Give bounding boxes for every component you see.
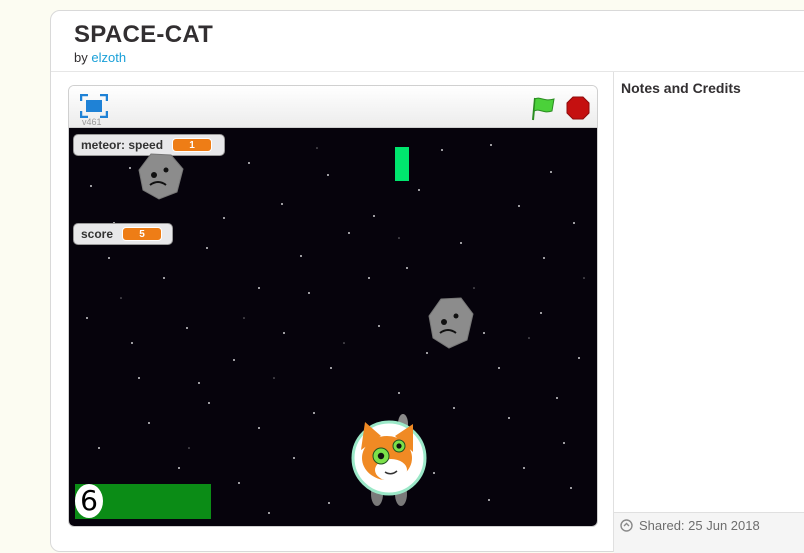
green-block-sprite (395, 147, 409, 181)
stop-sign-icon[interactable] (566, 96, 590, 120)
version-label: v461 (82, 117, 102, 127)
project-header: SPACE-CAT by elzoth (51, 11, 804, 72)
speed-monitor-value: 1 (172, 138, 213, 152)
space-cat-sprite (351, 414, 427, 506)
share-icon (620, 519, 633, 532)
author-link[interactable]: elzoth (91, 50, 126, 65)
game-stage[interactable]: meteor: speed 1 score 5 6 (69, 128, 597, 526)
green-flag-icon[interactable] (530, 95, 556, 121)
shared-date: Shared: 25 Jun 2018 (620, 518, 760, 533)
lives-counter: 6 (75, 484, 103, 518)
speed-monitor-label: meteor: speed (81, 138, 164, 152)
project-card: SPACE-CAT by elzoth v461 meteor: speed 1… (50, 10, 804, 553)
by-label: by (74, 50, 88, 65)
sidebar-divider (613, 72, 614, 552)
project-title: SPACE-CAT (74, 21, 214, 48)
meteor-sprite (138, 153, 184, 200)
fullscreen-icon[interactable] (80, 94, 108, 118)
score-monitor-value: 5 (122, 227, 163, 241)
player-controls: v461 (69, 86, 597, 128)
byline: by elzoth (74, 50, 126, 65)
notes-and-credits-heading: Notes and Credits (621, 80, 741, 96)
score-monitor: score 5 (73, 223, 173, 245)
shared-date-text: Shared: 25 Jun 2018 (639, 518, 760, 533)
meteor-sprite (428, 297, 474, 349)
project-player: v461 meteor: speed 1 score 5 6 (68, 85, 598, 527)
score-monitor-label: score (81, 227, 114, 241)
